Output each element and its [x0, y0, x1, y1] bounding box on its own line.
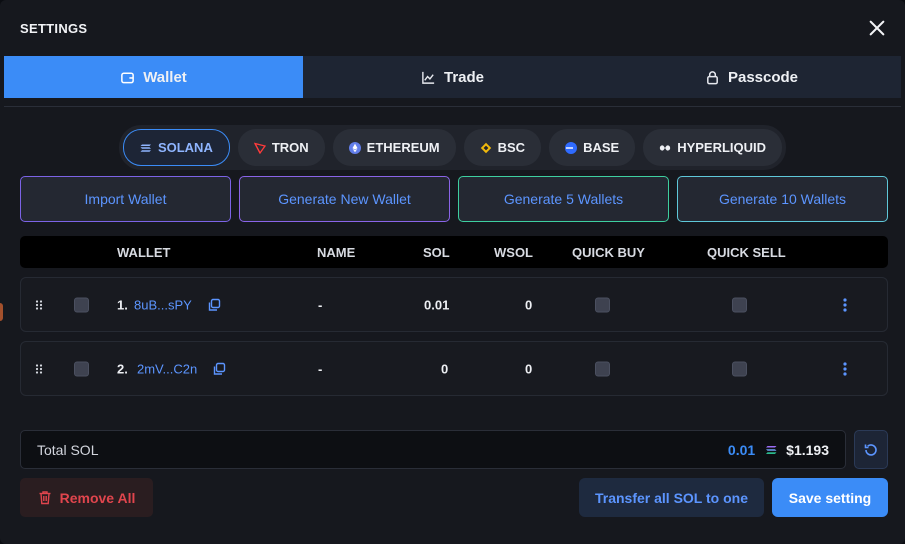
import-wallet-button[interactable]: Import Wallet [20, 176, 231, 222]
wallet-sol: 0.01 [424, 297, 450, 312]
select-checkbox[interactable] [74, 297, 89, 312]
table-header: WALLET NAME SOL WSOL QUICK BUY QUICK SEL… [20, 236, 888, 268]
total-sol-bar: Total SOL 0.01 $1.193 [20, 430, 846, 469]
save-setting-button[interactable]: Save setting [772, 478, 888, 517]
chain-tron[interactable]: TRON [237, 129, 325, 166]
wallet-wsol: 0 [525, 297, 533, 312]
generate-new-wallet-button[interactable]: Generate New Wallet [239, 176, 450, 222]
row-index: 1. [117, 297, 128, 312]
chain-ethereum-label: ETHEREUM [366, 140, 440, 155]
table-row: 2. 2mV...C2n - 0 0 [20, 341, 888, 396]
tab-passcode-label: Passcode [727, 68, 799, 86]
trash-icon [39, 491, 51, 505]
wallet-wsol: 0 [525, 361, 533, 376]
chain-bsc-label: BSC [497, 140, 526, 155]
quick-sell-checkbox[interactable] [732, 361, 747, 376]
more-options-icon[interactable] [843, 361, 847, 376]
settings-tabs: Wallet Trade Passcode [4, 56, 901, 98]
bsc-icon [480, 142, 491, 153]
tab-passcode[interactable]: Passcode [602, 56, 901, 98]
header-wallet: WALLET [117, 245, 171, 260]
tab-divider [4, 106, 901, 107]
chain-selector: SOLANA TRON ETHEREUM BSC BASE HYPERLIQUI… [118, 125, 787, 170]
drag-handle-icon[interactable] [35, 299, 43, 310]
chain-hyperliquid[interactable]: HYPERLIQUID [643, 129, 783, 166]
chain-tron-label: TRON [271, 140, 309, 155]
tab-wallet[interactable]: Wallet [4, 56, 303, 98]
refresh-icon [864, 443, 877, 456]
header-quick-sell: QUICK SELL [707, 245, 786, 260]
settings-modal: SETTINGS Wallet Trade Passcode SOLANA TR… [0, 0, 905, 544]
chain-bsc[interactable]: BSC [463, 129, 542, 166]
quick-buy-checkbox[interactable] [595, 297, 610, 312]
remove-all-button[interactable]: Remove All [20, 478, 153, 517]
modal-header: SETTINGS [0, 0, 905, 56]
generate-5-wallets-button[interactable]: Generate 5 Wallets [458, 176, 669, 222]
header-name: NAME [317, 245, 356, 260]
chain-selector-wrap: SOLANA TRON ETHEREUM BSC BASE HYPERLIQUI… [0, 125, 905, 170]
copy-icon[interactable] [212, 362, 226, 376]
ethereum-icon [348, 141, 361, 154]
close-icon[interactable] [867, 18, 887, 38]
solana-icon [766, 445, 777, 454]
quick-sell-checkbox[interactable] [732, 297, 747, 312]
more-options-icon[interactable] [843, 297, 847, 312]
tab-trade-label: Trade [443, 68, 485, 86]
remove-all-label: Remove All [59, 489, 136, 506]
chain-solana-label: SOLANA [157, 140, 213, 155]
header-quick-buy: QUICK BUY [572, 245, 645, 260]
wallet-name: - [318, 361, 323, 376]
wallet-name: - [318, 297, 323, 312]
quick-buy-checkbox[interactable] [595, 361, 610, 376]
tab-trade[interactable]: Trade [303, 56, 602, 98]
chain-ethereum[interactable]: ETHEREUM [332, 129, 456, 166]
refresh-button[interactable] [854, 430, 888, 469]
background-edge-marker [0, 303, 3, 321]
header-sol: SOL [423, 245, 450, 260]
tab-wallet-label: Wallet [143, 68, 187, 86]
wallet-actions: Import Wallet Generate New Wallet Genera… [20, 176, 888, 222]
wallet-icon [121, 72, 135, 83]
base-icon [565, 141, 578, 154]
chain-base[interactable]: BASE [549, 129, 636, 166]
copy-icon[interactable] [207, 298, 221, 312]
total-sol-label: Total SOL [37, 441, 99, 458]
generate-10-wallets-button[interactable]: Generate 10 Wallets [677, 176, 888, 222]
table-row: 1. 8uB...sPY - 0.01 0 [20, 277, 888, 332]
chain-hyperliquid-label: HYPERLIQUID [677, 140, 767, 155]
drag-handle-icon[interactable] [35, 363, 43, 374]
lock-icon [707, 70, 718, 84]
chart-icon [422, 71, 435, 84]
total-sol-value: 0.01 [727, 441, 756, 458]
wallet-address-link[interactable]: 8uB...sPY [134, 297, 192, 312]
chain-solana[interactable]: SOLANA [122, 129, 230, 166]
row-index: 2. [117, 361, 128, 376]
wallet-sol: 0 [441, 361, 449, 376]
select-checkbox[interactable] [74, 361, 89, 376]
header-wsol: WSOL [494, 245, 533, 260]
total-usd-value: $1.193 [786, 441, 829, 458]
hyperliquid-icon [660, 144, 671, 151]
solana-icon [140, 144, 151, 152]
modal-title: SETTINGS [20, 20, 88, 36]
tron-icon [253, 142, 266, 154]
transfer-all-sol-button[interactable]: Transfer all SOL to one [579, 478, 764, 517]
wallet-address-link[interactable]: 2mV...C2n [137, 361, 197, 376]
chain-base-label: BASE [583, 140, 620, 155]
